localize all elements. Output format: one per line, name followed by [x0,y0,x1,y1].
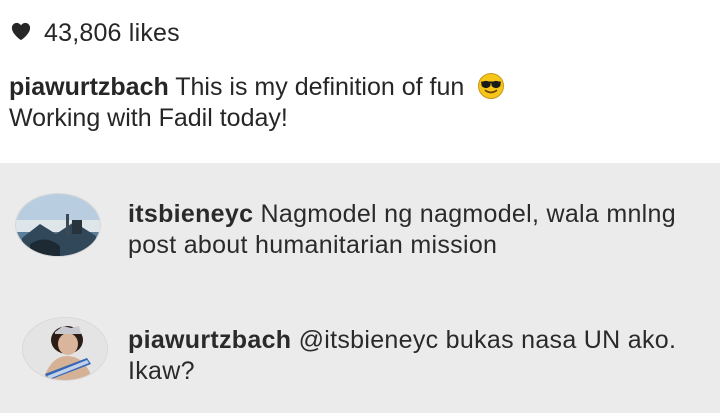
comment-username[interactable]: piawurtzbach [128,326,291,354]
comments-section: itsbieneyc Nagmodel ng nagmodel, wala mn… [0,163,720,413]
comment-item: itsbieneyc Nagmodel ng nagmodel, wala mn… [0,163,720,303]
avatar[interactable] [22,317,108,381]
caption-username[interactable]: piawurtzbach [9,73,169,101]
caption-line-2: Working with Fadil today! [9,104,288,132]
likes-count[interactable]: 43,806 likes [44,19,180,48]
post-caption: piawurtzbach This is my definition of fu… [9,72,699,134]
avatar[interactable] [15,193,101,257]
post-footer: 43,806 likes piawurtzbach This is my def… [0,0,720,163]
caption-text: This is my definition of fun [175,73,465,101]
comment-username[interactable]: itsbieneyc [128,200,253,228]
likes-row[interactable]: 43,806 likes [10,16,180,50]
comment-item: piawurtzbach @itsbieneyc bukas nasa UN a… [0,303,720,413]
comment-text: itsbieneyc Nagmodel ng nagmodel, wala mn… [128,199,688,261]
comment-text: piawurtzbach @itsbieneyc bukas nasa UN a… [128,325,688,387]
heart-icon[interactable] [10,21,36,45]
sunglasses-emoji-icon [477,72,505,100]
